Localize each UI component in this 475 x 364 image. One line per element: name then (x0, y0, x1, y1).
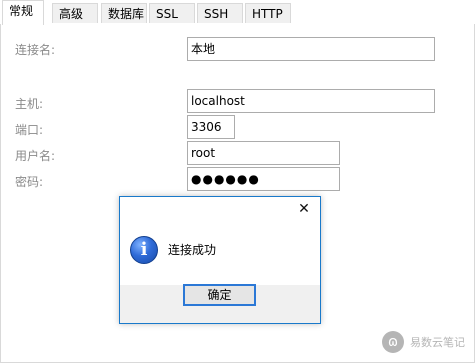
wechat-logo-icon: ɷ (382, 331, 404, 353)
ok-button[interactable]: 确定 (183, 284, 256, 306)
info-icon: i (130, 236, 158, 264)
host-field[interactable]: localhost (187, 89, 435, 113)
dialog-titlebar (120, 197, 320, 224)
tab-ssl[interactable]: SSL (149, 3, 195, 23)
tab-database[interactable]: 数据库 (101, 3, 147, 23)
port-field[interactable]: 3306 (187, 115, 235, 139)
dialog-body: i 连接成功 (120, 224, 320, 285)
watermark-text: 易数云笔记 (410, 336, 465, 349)
dialog-message: 连接成功 (168, 243, 217, 257)
tab-advanced[interactable]: 高级 (52, 3, 98, 23)
tab-ssh[interactable]: SSH (197, 3, 243, 23)
connection-tabbar: 常规 高级 数据库 SSL SSH HTTP (0, 0, 475, 25)
password-field[interactable]: ●●●●●● (187, 167, 340, 191)
tab-http[interactable]: HTTP (245, 3, 291, 23)
connection-name-field[interactable]: 本地 (187, 37, 435, 61)
username-field[interactable]: root (187, 141, 340, 165)
username-label: 用户名: (15, 149, 56, 163)
host-label: 主机: (15, 97, 44, 111)
tab-general[interactable]: 常规 (2, 0, 44, 25)
port-label: 端口: (15, 123, 44, 137)
password-label: 密码: (15, 175, 44, 189)
close-icon[interactable]: ✕ (294, 199, 314, 219)
connection-success-dialog: ✕ i 连接成功 确定 (119, 196, 321, 324)
connection-name-label: 连接名: (15, 43, 56, 57)
watermark: ɷ 易数云笔记 (382, 331, 465, 353)
